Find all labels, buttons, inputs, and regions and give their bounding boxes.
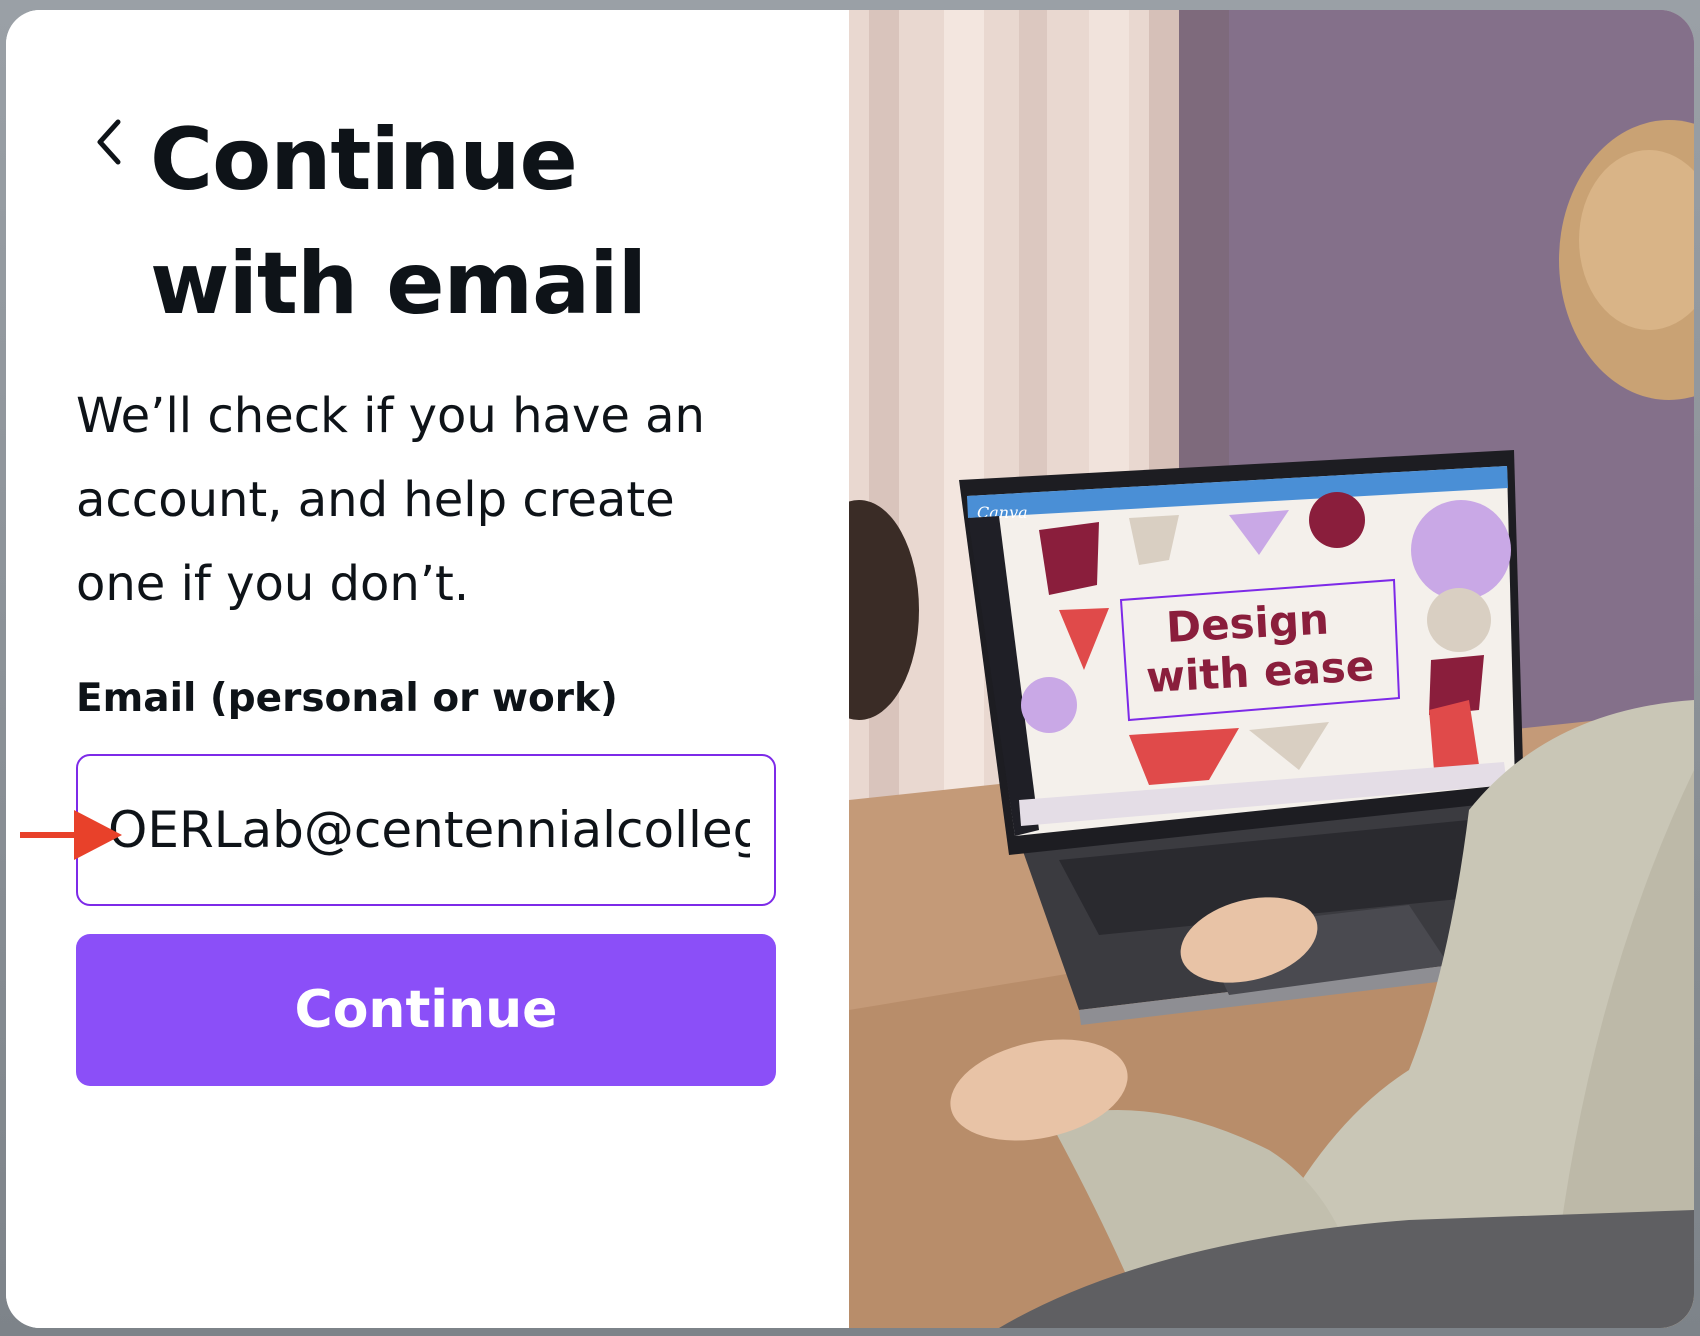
description-text: We’ll check if you have an account, and … (76, 374, 796, 626)
screen-title-line-1: Design (1165, 595, 1330, 652)
email-auth-panel: Continue with email We’ll check if you h… (6, 10, 849, 1328)
login-dialog: Continue with email We’ll check if you h… (6, 10, 1694, 1328)
chevron-left-icon (97, 119, 121, 165)
description-line-2: account, and help create (76, 472, 675, 528)
email-field-box (76, 754, 776, 906)
email-field-label: Email (personal or work) (76, 676, 618, 721)
continue-button[interactable]: Continue (76, 934, 776, 1086)
hero-photo: Canva Design with ease (849, 10, 1694, 1328)
annotation-arrow-icon (20, 810, 122, 860)
back-button[interactable] (84, 114, 134, 170)
email-field[interactable] (108, 756, 750, 904)
page-title-line-2: with email (150, 234, 647, 334)
hero-photo-illustration: Canva Design with ease (849, 10, 1694, 1328)
page-title: Continue with email (150, 98, 790, 346)
description-line-3: one if you don’t. (76, 556, 470, 612)
page-title-line-1: Continue (150, 110, 578, 210)
description-line-1: We’ll check if you have an (76, 388, 705, 444)
